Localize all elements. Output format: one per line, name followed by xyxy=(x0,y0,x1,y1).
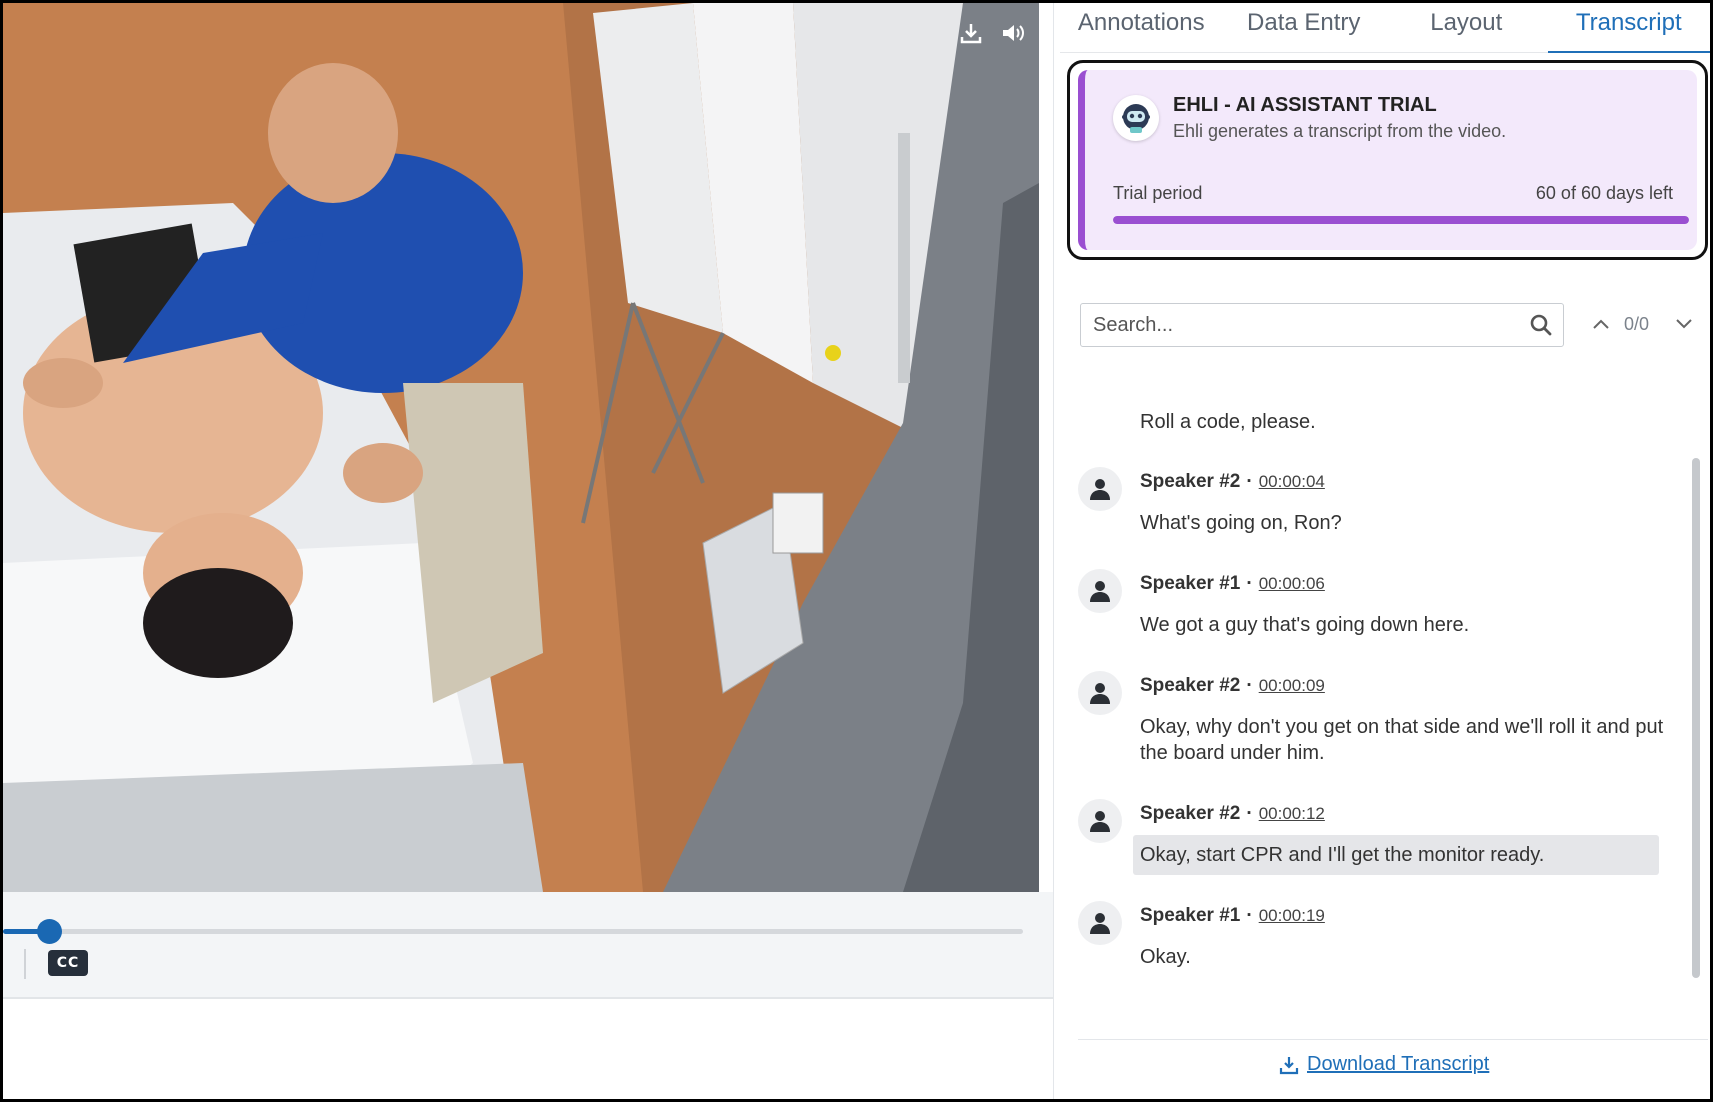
separator-dot: · xyxy=(1246,675,1253,696)
controls-divider xyxy=(24,949,26,979)
chevron-up-icon xyxy=(1593,319,1609,329)
trial-title: EHLI - AI ASSISTANT TRIAL xyxy=(1173,94,1437,116)
separator-dot: · xyxy=(1246,905,1253,926)
trial-card-focus-ring: EHLI - AI ASSISTANT TRIAL Ehli generates… xyxy=(1067,60,1708,260)
app-window: CC Annotations Data Entry Layout Transcr… xyxy=(3,3,1710,1099)
video-volume-button[interactable] xyxy=(997,17,1029,49)
speaker-name: Speaker #2 xyxy=(1140,675,1241,696)
timestamp-link[interactable]: 00:00:09 xyxy=(1259,676,1325,695)
separator-dot: · xyxy=(1246,803,1253,824)
user-icon xyxy=(1090,479,1110,500)
avatar xyxy=(1078,901,1122,945)
chevron-down-icon xyxy=(1676,319,1692,329)
speaker-line: Speaker #2 · 00:00:04 xyxy=(1140,471,1325,493)
speaker-name: Speaker #1 xyxy=(1140,905,1241,926)
download-transcript-label: Download Transcript xyxy=(1307,1053,1490,1075)
speaker-line: Speaker #2 · 00:00:12 xyxy=(1140,803,1325,825)
trial-card: EHLI - AI ASSISTANT TRIAL Ehli generates… xyxy=(1078,70,1697,250)
video-download-button[interactable] xyxy=(955,17,987,49)
speaker-line: Speaker #2 · 00:00:09 xyxy=(1140,675,1325,697)
panel-tabs: Annotations Data Entry Layout Transcript xyxy=(1060,3,1710,53)
transcript-text: Okay. xyxy=(1140,946,1191,968)
volume-icon xyxy=(1003,25,1024,41)
tab-layout[interactable]: Layout xyxy=(1385,3,1548,52)
speaker-name: Speaker #1 xyxy=(1140,573,1241,594)
user-icon xyxy=(1090,683,1110,704)
video-scene-image xyxy=(3,3,1039,892)
timestamp-link[interactable]: 00:00:04 xyxy=(1259,472,1325,491)
tab-transcript[interactable]: Transcript xyxy=(1547,3,1711,53)
avatar xyxy=(1078,799,1122,843)
transcript-text: We got a guy that's going down here. xyxy=(1140,614,1470,636)
search-input[interactable] xyxy=(1081,304,1511,346)
speaker-name: Speaker #2 xyxy=(1140,471,1241,492)
side-panel: Annotations Data Entry Layout Transcript xyxy=(1054,3,1710,1099)
download-transcript-link[interactable]: Download Transcript xyxy=(1279,1053,1489,1076)
tab-annotations[interactable]: Annotations xyxy=(1060,3,1223,52)
avatar xyxy=(1078,671,1122,715)
match-counter: 0/0 xyxy=(1624,314,1650,334)
transcript-text: Okay, why don't you get on that side and… xyxy=(1140,716,1664,764)
trial-progress-fill xyxy=(1113,216,1689,224)
transcript-text-current: Okay, start CPR and I'll get the monitor… xyxy=(1133,835,1659,875)
search-icon[interactable] xyxy=(1529,313,1553,337)
video-panel: CC xyxy=(3,3,1053,1099)
timestamp-link[interactable]: 00:00:06 xyxy=(1259,574,1325,593)
trial-subtitle: Ehli generates a transcript from the vid… xyxy=(1173,121,1507,141)
timestamp-link[interactable]: 00:00:12 xyxy=(1259,804,1325,823)
seek-handle[interactable] xyxy=(37,919,62,944)
video-controls: CC xyxy=(3,892,1053,999)
separator-dot: · xyxy=(1246,573,1253,594)
seek-track[interactable] xyxy=(3,929,1023,934)
robot-assistant-icon xyxy=(1113,95,1159,141)
avatar xyxy=(1078,569,1122,613)
footer-divider xyxy=(1078,1039,1708,1040)
speaker-line: Speaker #1 · 00:00:06 xyxy=(1140,573,1325,595)
transcript-search xyxy=(1080,303,1564,347)
speaker-line: Speaker #1 · 00:00:19 xyxy=(1140,905,1325,927)
user-icon xyxy=(1090,581,1110,602)
avatar xyxy=(1078,467,1122,511)
separator-dot: · xyxy=(1246,471,1253,492)
trial-period-label: Trial period xyxy=(1113,183,1203,203)
video-frame[interactable] xyxy=(3,3,1039,892)
user-icon xyxy=(1090,913,1110,934)
tab-data-entry[interactable]: Data Entry xyxy=(1223,3,1386,52)
transcript-text: Roll a code, please. xyxy=(1140,411,1316,433)
speaker-name: Speaker #2 xyxy=(1140,803,1241,824)
download-icon xyxy=(1279,1056,1299,1074)
transcript-text: What's going on, Ron? xyxy=(1140,512,1342,534)
download-icon xyxy=(960,24,982,44)
transcript-scrollbar[interactable] xyxy=(1692,458,1700,978)
transcript-list: Roll a code, please. Speaker #2 · 00:00:04… xyxy=(1074,383,1674,1003)
user-icon xyxy=(1090,811,1110,832)
timestamp-link[interactable]: 00:00:19 xyxy=(1259,906,1325,925)
trial-days-left: 60 of 60 days left xyxy=(1535,183,1673,203)
previous-match-button[interactable] xyxy=(1588,309,1614,339)
next-match-button[interactable] xyxy=(1671,309,1697,339)
trial-progress-bar xyxy=(1113,216,1689,224)
closed-captions-button[interactable]: CC xyxy=(48,950,88,976)
